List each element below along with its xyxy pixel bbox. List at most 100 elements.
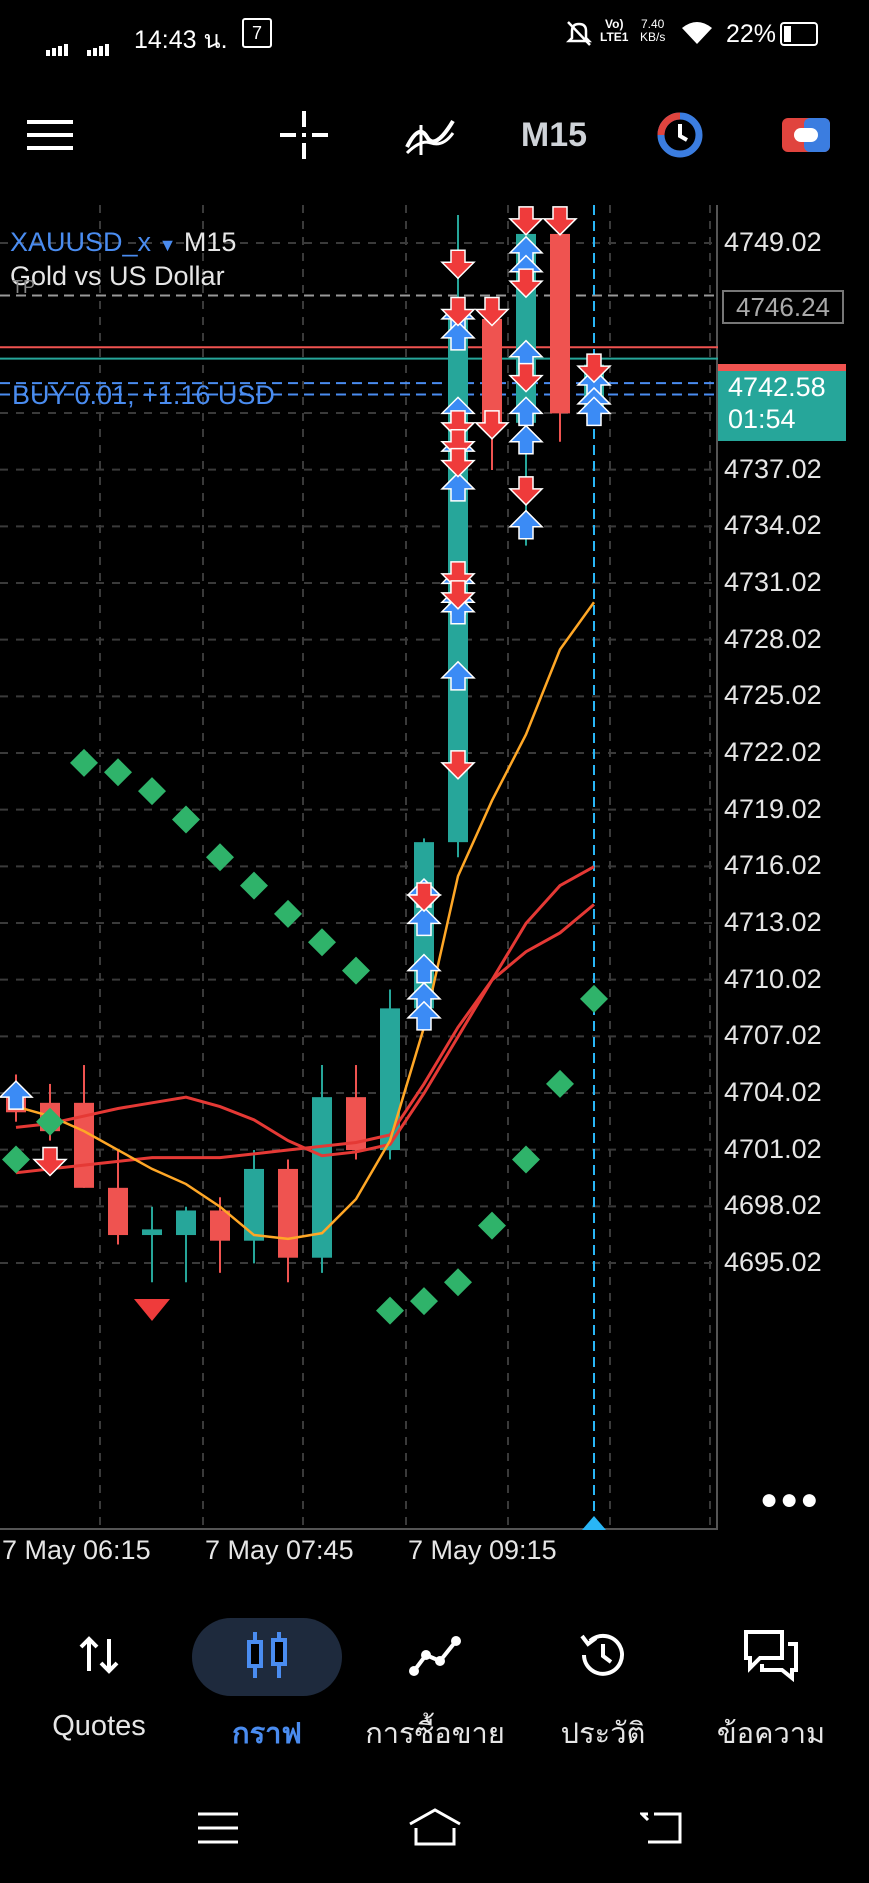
nav-label: ประวัติ: [560, 1718, 646, 1750]
sar-dot: [478, 1211, 506, 1240]
bar-countdown: 01:54: [728, 404, 796, 434]
history-icon: [518, 1600, 688, 1710]
nav-label: Quotes: [52, 1710, 146, 1742]
sell-arrow-icon: [474, 410, 510, 440]
buy-arrow-icon: [508, 424, 544, 455]
crosshair-icon[interactable]: [272, 90, 336, 180]
line-price-label: 4746.24: [722, 290, 844, 324]
sell-arrow-icon: [440, 750, 476, 780]
mute-icon: [564, 18, 594, 55]
symbol-name[interactable]: XAUUSD_x: [10, 227, 151, 257]
candle-body: [176, 1210, 196, 1236]
current-price: 4742.58: [728, 372, 826, 402]
sell-arrow-icon: [440, 447, 476, 478]
buy-arrow-icon: [406, 1000, 442, 1031]
system-navigation-bar: [0, 1780, 869, 1883]
sar-dot: [444, 1268, 472, 1297]
price-axis-label: 4737.02: [724, 453, 822, 484]
time-label: 7 May 06:15: [2, 1535, 151, 1565]
buy-arrow-icon: [508, 509, 544, 540]
sell-arrow-icon: [440, 249, 476, 280]
nav-label: ข้อความ: [716, 1718, 826, 1750]
price-axis-label: 4749.02: [724, 227, 822, 257]
price-axis-label: 4719.02: [724, 793, 822, 824]
nav-chart[interactable]: กราฟ: [182, 1600, 352, 1760]
time-label: 7 May 09:15: [408, 1535, 557, 1565]
sar-dot: [410, 1287, 438, 1316]
battery-icon: [780, 22, 818, 46]
nav-messages[interactable]: ข้อความ: [686, 1600, 856, 1760]
status-bar: 14:43 น. 7 Vo) LTE1 7.40 KB/s 22%: [0, 0, 869, 72]
price-axis-label: 4710.02: [724, 963, 822, 994]
position-label[interactable]: BUY 0.01, +1.16 USD: [12, 380, 275, 411]
price-axis-label: 4725.02: [724, 680, 822, 711]
menu-icon[interactable]: [20, 90, 80, 180]
buy-arrow-icon: [508, 396, 544, 427]
tp-label: TP: [12, 277, 36, 297]
volte-indicator: Vo) LTE1: [600, 17, 629, 44]
price-axis-label: 4713.02: [724, 907, 822, 937]
network-speed: 7.40 KB/s: [640, 17, 666, 44]
current-bar-marker: [582, 1516, 606, 1530]
sell-arrow-icon: [440, 296, 476, 327]
trade-icon: [350, 1600, 520, 1710]
buy-arrow-icon: [0, 1080, 34, 1110]
candle-body: [278, 1168, 298, 1258]
clock-icon[interactable]: [650, 90, 710, 180]
back-icon[interactable]: [638, 1808, 686, 1853]
sell-arrow-icon: [474, 296, 510, 327]
nav-label: กราฟ: [232, 1718, 302, 1750]
buy-arrow-icon: [440, 660, 476, 691]
sar-dot: [308, 928, 336, 957]
current-price-box: 4742.58 01:54: [718, 371, 846, 441]
bottom-navigation: Quotes กราฟ การซื้อขาย ประวัติ ข้อความ: [0, 1600, 869, 1760]
symbol-dropdown-icon[interactable]: ▼: [159, 235, 177, 255]
messages-icon: [686, 1600, 856, 1710]
price-axis-label: 4728.02: [724, 623, 822, 654]
price-axis-label: 4716.02: [724, 850, 822, 881]
sell-arrow-icon: [406, 882, 442, 913]
sell-arrow-icon: [440, 580, 476, 610]
chart-toolbar: M15: [0, 90, 869, 180]
price-axis-label: 4701.02: [724, 1133, 822, 1164]
time-label: 7 May 07:45: [205, 1535, 354, 1565]
price-axis-label: 4731.02: [724, 567, 822, 597]
nav-label: การซื้อขาย: [365, 1718, 505, 1750]
sell-signal-marker: [134, 1299, 170, 1321]
sar-dot: [580, 984, 608, 1013]
candle-body: [108, 1187, 128, 1236]
sar-dot: [240, 871, 268, 900]
sell-arrow-icon: [508, 206, 544, 236]
nav-trade[interactable]: การซื้อขาย: [350, 1600, 520, 1760]
sar-dot: [70, 748, 98, 777]
nav-quotes[interactable]: Quotes: [14, 1600, 184, 1760]
price-axis-label: 4698.02: [724, 1190, 822, 1221]
price-axis-label: 4734.02: [724, 510, 822, 541]
trade-icon[interactable]: [776, 90, 836, 180]
sell-arrow-icon: [508, 268, 544, 299]
nav-history[interactable]: ประวัติ: [518, 1600, 688, 1760]
home-icon[interactable]: [406, 1806, 464, 1853]
sell-arrow-icon: [508, 476, 544, 506]
price-axis-label: 4722.02: [724, 737, 822, 767]
sar-dot: [104, 758, 132, 787]
price-axis-label: 4707.02: [724, 1020, 822, 1051]
indicators-icon[interactable]: [398, 90, 462, 180]
price-axis-label: 4704.02: [724, 1077, 822, 1107]
timeframe-button[interactable]: M15: [514, 90, 594, 180]
price-chart[interactable]: XAUUSD_x ▼ M15 Gold vs US Dollar TP BUY …: [0, 205, 818, 1530]
signal-icon: [46, 27, 111, 56]
symbol-header[interactable]: XAUUSD_x ▼ M15: [10, 227, 236, 258]
quotes-icon: [14, 1600, 184, 1710]
sar-dot: [138, 777, 166, 806]
wifi-icon: [680, 20, 714, 53]
more-horizontal-icon[interactable]: ●●●: [760, 1483, 820, 1517]
candle-body: [550, 233, 570, 414]
sell-arrow-icon: [542, 206, 578, 236]
sell-arrow-icon: [508, 362, 544, 393]
candle-body: [142, 1229, 162, 1236]
battery-percent: 22%: [726, 20, 777, 48]
sar-dot: [342, 956, 370, 985]
sar-dot: [376, 1296, 404, 1325]
recent-apps-icon[interactable]: [196, 1810, 240, 1851]
